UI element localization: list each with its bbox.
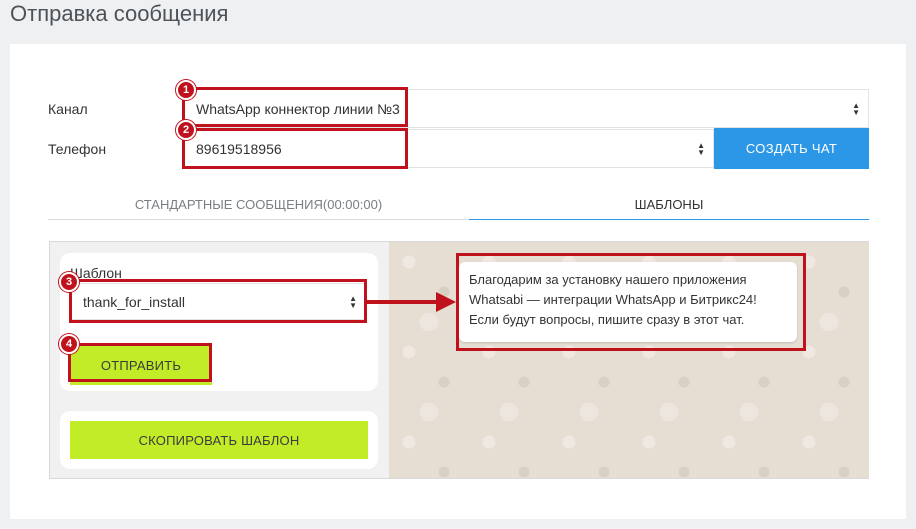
send-message-card: Канал WhatsApp коннектор линии №3 ▲ ▼ Тел… [10,44,906,519]
tab-standard-messages[interactable]: СТАНДАРТНЫЕ СООБЩЕНИЯ(00:00:00) [48,197,469,212]
phone-select[interactable]: 89619518956 ▲ ▼ [183,129,714,168]
page-title: Отправка сообщения [10,1,229,26]
marker-4: 4 [59,334,79,354]
channel-label: Канал [48,101,88,117]
template-select[interactable]: thank_for_install ▲ ▼ [70,283,366,320]
template-select-value: thank_for_install [83,293,185,310]
chat-preview-background: Благодарим за установку нашего приложени… [389,242,869,478]
tab-standard-underline [48,219,469,220]
marker-3: 3 [59,272,79,292]
message-preview-bubble: Благодарим за установку нашего приложени… [459,262,797,342]
marker-2: 2 [176,120,196,140]
select-arrows-icon: ▲ ▼ [349,293,357,310]
marker-1: 1 [176,80,196,100]
select-arrows-icon: ▲ ▼ [852,100,860,117]
arrow-right-icon [366,292,456,312]
phone-select-value: 89619518956 [196,140,282,157]
create-chat-button[interactable]: СОЗДАТЬ ЧАТ [714,128,869,169]
copy-template-button[interactable]: СКОПИРОВАТЬ ШАБЛОН [70,421,368,459]
templates-panel: Шаблон thank_for_install ▲ ▼ ОТПРАВИТЬ СК… [49,241,869,479]
tab-templates-underline [469,219,869,220]
send-button[interactable]: ОТПРАВИТЬ [70,345,212,385]
channel-select-value: WhatsApp коннектор линии №3 [196,100,400,117]
copy-box: СКОПИРОВАТЬ ШАБЛОН [60,411,378,469]
select-arrows-icon: ▲ ▼ [697,140,705,157]
phone-label: Телефон [48,141,107,157]
tab-templates[interactable]: ШАБЛОНЫ [469,197,869,212]
template-box: Шаблон thank_for_install ▲ ▼ ОТПРАВИТЬ [60,253,378,391]
channel-select[interactable]: WhatsApp коннектор линии №3 ▲ ▼ [183,89,869,128]
